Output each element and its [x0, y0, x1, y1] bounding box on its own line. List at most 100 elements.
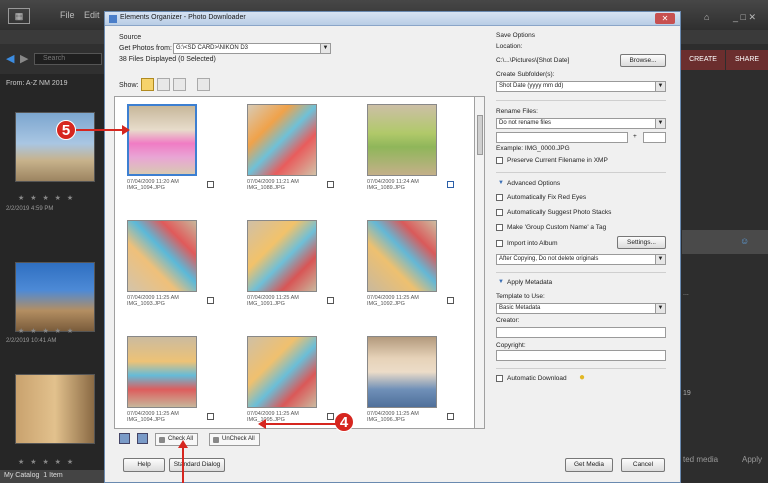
expand-triangle-icon[interactable]: ▼ — [498, 180, 504, 186]
divider — [496, 272, 666, 273]
photo-thumbnail[interactable] — [127, 104, 197, 176]
photo-thumbnail[interactable] — [367, 220, 437, 292]
get-photos-dropdown[interactable]: G:\<SD CARD>\NIKON D3 ▼ — [173, 43, 331, 54]
get-media-button[interactable]: Get Media — [565, 458, 613, 472]
show-label: Show: — [119, 82, 139, 89]
media-thumbnail[interactable] — [15, 262, 95, 332]
help-button[interactable]: Help — [123, 458, 165, 472]
rating-stars[interactable]: ★ ★ ★ ★ ★ — [18, 194, 75, 202]
cancel-button[interactable]: Cancel — [621, 458, 665, 472]
photo-checkbox[interactable] — [327, 181, 334, 188]
apply-metadata-label[interactable]: Apply Metadata — [507, 279, 552, 286]
divider — [496, 368, 666, 369]
callout-4-arrow — [258, 419, 336, 429]
media-thumbnail[interactable] — [15, 374, 95, 444]
window-controls[interactable]: _ □ ✕ — [733, 12, 756, 23]
uncheck-all-button[interactable]: UnCheck All — [209, 433, 260, 446]
create-subfolders-dropdown[interactable]: Shot Date (yyyy mm dd) ▼ — [496, 81, 666, 92]
example-text: Example: IMG_0000.JPG — [496, 145, 570, 152]
photo-cell[interactable]: 07/04/2009 11:25 AM IMG_1094.JPG — [115, 334, 225, 428]
rename-files-dropdown[interactable]: Do not rename files ▼ — [496, 118, 666, 129]
rename-number-input[interactable] — [643, 132, 666, 143]
photo-checkbox[interactable] — [447, 413, 454, 420]
photo-thumbnail[interactable] — [127, 220, 197, 292]
search-input[interactable]: Search — [34, 53, 102, 65]
photo-thumbnail[interactable] — [247, 336, 317, 408]
rotate-right-icon[interactable] — [137, 433, 148, 444]
tab-share[interactable]: SHARE — [726, 50, 768, 70]
automatic-download-checkbox[interactable] — [496, 375, 503, 382]
rating-stars[interactable]: ★ ★ ★ ★ ★ — [18, 458, 75, 466]
photo-cell[interactable]: 07/04/2009 11:21 AM IMG_1088.JPG — [235, 102, 345, 212]
auto-stacks-checkbox[interactable] — [496, 209, 503, 216]
rotate-left-icon[interactable] — [119, 433, 130, 444]
photo-cell[interactable]: 07/04/2009 11:25 AM IMG_1093.JPG — [115, 218, 225, 328]
make-group-tag-checkbox[interactable] — [496, 224, 503, 231]
catalog-bar[interactable]: My Catalog 1 Item — [0, 470, 105, 483]
show-images-icon[interactable] — [141, 78, 154, 91]
after-copying-dropdown[interactable]: After Copying, Do not delete originals ▼ — [496, 254, 666, 265]
photo-checkbox[interactable] — [207, 297, 214, 304]
show-video-icon[interactable] — [157, 78, 170, 91]
right-text: ... — [683, 290, 689, 297]
photo-cell[interactable]: 07/04/2009 11:25 AM IMG_1092.JPG — [355, 218, 465, 328]
photo-thumbnail[interactable] — [247, 220, 317, 292]
photo-date: 07/04/2009 11:25 AM IMG_1092.JPG — [367, 295, 419, 307]
expand-triangle-icon[interactable]: ▼ — [498, 279, 504, 285]
copyright-label: Copyright: — [496, 342, 526, 349]
menu-file[interactable]: File — [60, 10, 75, 20]
source-label: Source — [119, 34, 142, 41]
auto-red-eye-label: Automatically Fix Red Eyes — [507, 194, 587, 201]
right-panel — [680, 44, 768, 483]
copyright-input[interactable] — [496, 350, 666, 361]
chevron-down-icon: ▼ — [655, 304, 665, 313]
close-button[interactable]: ✕ — [655, 13, 675, 24]
creator-input[interactable] — [496, 327, 666, 338]
photo-checkbox[interactable] — [327, 297, 334, 304]
rename-files-label: Rename Files: — [496, 108, 538, 115]
photo-cell[interactable]: 07/04/2009 11:20 AM IMG_1094.JPG — [115, 102, 225, 212]
right-text: 19 — [683, 390, 691, 397]
advanced-options-label[interactable]: Advanced Options — [507, 180, 560, 187]
right-panel-item[interactable] — [682, 230, 768, 254]
get-photos-label: Get Photos from: — [119, 45, 172, 52]
photo-checkbox[interactable] — [207, 413, 214, 420]
grid-scrollbar[interactable] — [475, 96, 485, 429]
apply-button[interactable]: Apply — [742, 455, 762, 464]
photo-cell[interactable]: 07/04/2009 11:25 AM IMG_1096.JPG — [355, 334, 465, 428]
show-duplicates-icon[interactable] — [197, 78, 210, 91]
dialog-title-bar: Elements Organizer - Photo Downloader ✕ — [105, 12, 680, 26]
photo-cell[interactable]: 07/04/2009 11:24 AM IMG_1089.JPG — [355, 102, 465, 212]
browse-button[interactable]: Browse... — [620, 54, 666, 67]
template-dropdown[interactable]: Basic Metadata ▼ — [496, 303, 666, 314]
photo-thumbnail[interactable] — [367, 104, 437, 176]
photo-checkbox[interactable] — [447, 297, 454, 304]
photo-date: 07/04/2009 11:25 AM IMG_1093.JPG — [127, 295, 179, 307]
rename-name-input[interactable] — [496, 132, 628, 143]
creator-label: Creator: — [496, 317, 520, 324]
photo-checkbox[interactable] — [447, 181, 454, 188]
photo-thumbnail[interactable] — [127, 336, 197, 408]
back-arrow-icon[interactable]: ◀ — [6, 52, 14, 65]
photo-checkbox[interactable] — [207, 181, 214, 188]
photo-cell[interactable]: 07/04/2009 11:25 AM IMG_1091.JPG — [235, 218, 345, 328]
photo-cell[interactable]: 07/04/2009 11:25 AMIMG_1095.JPG — [235, 334, 345, 428]
scrollbar-thumb[interactable] — [477, 115, 483, 155]
menu-edit[interactable]: Edit — [84, 10, 100, 20]
auto-red-eye-checkbox[interactable] — [496, 194, 503, 201]
tab-create[interactable]: CREATE — [681, 50, 725, 70]
import-album-checkbox[interactable] — [496, 240, 503, 247]
lightbulb-icon[interactable]: ● — [579, 372, 585, 383]
settings-button[interactable]: Settings... — [617, 236, 666, 249]
preserve-filename-checkbox[interactable] — [496, 157, 503, 164]
photo-grid: 07/04/2009 11:20 AM IMG_1094.JPG 07/04/20… — [114, 96, 475, 429]
callout-5-arrow — [76, 125, 130, 135]
home-icon[interactable]: ⌂ — [704, 12, 709, 22]
rating-stars[interactable]: ★ ★ ★ ★ ★ — [18, 327, 75, 335]
forward-arrow-icon[interactable]: ▶ — [20, 52, 28, 65]
photo-date: 07/04/2009 11:20 AM IMG_1094.JPG — [127, 179, 179, 191]
photo-thumbnail[interactable] — [247, 104, 317, 176]
auto-stacks-label: Automatically Suggest Photo Stacks — [507, 209, 612, 216]
show-audio-icon[interactable] — [173, 78, 186, 91]
photo-thumbnail[interactable] — [367, 336, 437, 408]
